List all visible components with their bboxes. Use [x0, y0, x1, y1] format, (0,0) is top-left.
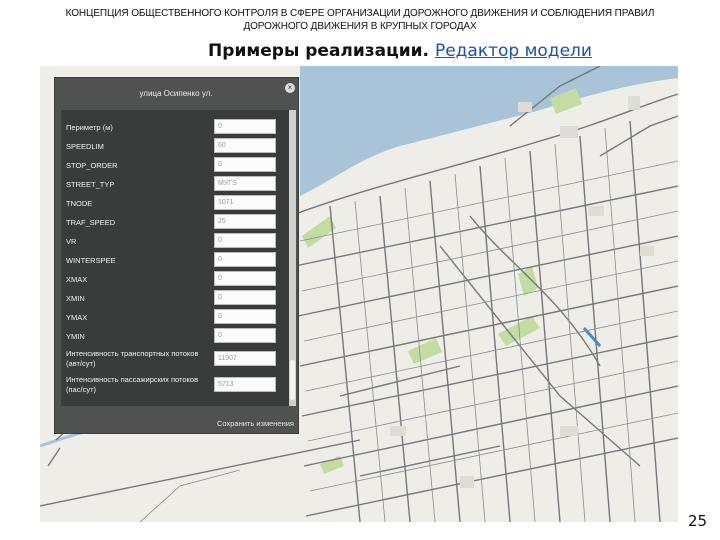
field-row: TNODE 1071 [61, 194, 283, 213]
header-line-1: КОНЦЕПЦИЯ ОБЩЕСТВЕННОГО КОНТРОЛЯ В СФЕРЕ… [65, 8, 655, 19]
attribute-editor-panel: улица Осипенко ул. × Периметр (м) 0 SPEE… [54, 77, 299, 434]
field-row: YMAX 0 [61, 308, 283, 327]
field-input[interactable]: МУГS [214, 176, 276, 191]
field-row: STOP_ORDER 0 [61, 156, 283, 175]
field-label: STOP_ORDER [66, 161, 118, 170]
field-label: VR [66, 237, 77, 246]
field-input[interactable]: 0 [214, 271, 276, 286]
field-row: YMIN 0 [61, 327, 283, 346]
close-icon[interactable]: × [285, 83, 295, 93]
field-input[interactable]: 0 [214, 157, 276, 172]
field-label: Периметр (м) [66, 123, 113, 132]
field-label: Интенсивность транспортных потоков (авт/… [66, 349, 199, 368]
field-row: STREET_TYP МУГS [61, 175, 283, 194]
page-number: 25 [688, 512, 708, 530]
slide-subtitle: Примеры реализации. Редактор модели [0, 41, 720, 61]
panel-body: Периметр (м) 0 SPEEDLIM 60 STOP_ORDER 0 … [61, 110, 296, 406]
field-row: VR 0 [61, 232, 283, 251]
field-label: YMAX [66, 313, 88, 322]
field-label: TRAF_SPEED [66, 218, 116, 227]
model-editor-link[interactable]: Редактор модели [435, 41, 592, 61]
field-input[interactable]: 25 [214, 214, 276, 229]
field-row: XMIN 0 [61, 289, 283, 308]
page-header: КОНЦЕПЦИЯ ОБЩЕСТВЕННОГО КОНТРОЛЯ В СФЕРЕ… [10, 7, 710, 33]
field-input[interactable]: 0 [214, 328, 276, 343]
field-label: TNODE [66, 199, 93, 208]
scroll-thumb[interactable] [290, 360, 295, 400]
subtitle-bold: Примеры реализации. [208, 41, 430, 61]
field-input[interactable]: 11907 [214, 351, 276, 366]
field-label: XMIN [66, 294, 85, 303]
field-row: Интенсивность транспортных потоков (авт/… [61, 349, 283, 369]
field-row: TRAF_SPEED 25 [61, 213, 283, 232]
field-label: WINTERSPEE [66, 256, 116, 265]
field-row: XMAX 0 [61, 270, 283, 289]
field-input[interactable]: 0 [214, 309, 276, 324]
field-label: YMIN [66, 332, 85, 341]
field-row: Периметр (м) 0 [61, 118, 283, 137]
field-row: Интенсивность пассажирских потоков (пас/… [61, 375, 283, 395]
field-input[interactable]: 0 [214, 290, 276, 305]
field-row: WINTERSPEE 0 [61, 251, 283, 270]
field-label: STREET_TYP [66, 180, 115, 189]
field-input[interactable]: 1071 [214, 195, 276, 210]
field-input[interactable]: 0 [214, 252, 276, 267]
save-changes-button[interactable]: Сохранить изменения [217, 418, 294, 430]
field-input[interactable]: 0 [214, 233, 276, 248]
field-input[interactable]: 0 [214, 119, 276, 134]
field-input[interactable]: 60 [214, 138, 276, 153]
header-line-2: ДОРОЖНОГО ДВИЖЕНИЯ В КРУПНЫХ ГОРОДАХ [243, 21, 477, 32]
panel-scrollbar[interactable] [289, 110, 296, 406]
field-label: XMAX [66, 275, 88, 284]
field-row: SPEEDLIM 60 [61, 137, 283, 156]
field-input[interactable]: 5713 [214, 377, 276, 392]
panel-title: улица Осипенко ул. [139, 89, 213, 98]
field-label: SPEEDLIM [66, 142, 104, 151]
field-label: Интенсивность пассажирских потоков (пас/… [66, 375, 199, 394]
